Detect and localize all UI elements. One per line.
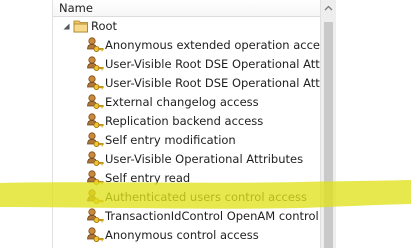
name-column-label: Name	[59, 1, 93, 15]
aci-key-user-icon	[87, 132, 104, 147]
tree-item[interactable]: Authenticated users control access	[53, 188, 321, 207]
aci-key-user-icon	[87, 56, 104, 71]
aci-tree-panel[interactable]: Name Root Anonymous extended operation a…	[52, 0, 336, 248]
aci-key-user-icon	[87, 94, 104, 109]
expand-triangle-icon[interactable]	[63, 23, 70, 30]
scrollbar-thumb[interactable]	[324, 22, 333, 248]
vertical-scrollbar[interactable]	[320, 0, 336, 248]
aci-key-user-icon	[87, 170, 104, 185]
tree-item-label: User-Visible Root DSE Operational Attrib…	[105, 57, 336, 71]
tree-item-label: Self entry read	[105, 171, 191, 185]
aci-key-user-icon	[87, 37, 104, 52]
aci-key-user-icon	[87, 113, 104, 128]
tree-root[interactable]: Root	[53, 17, 321, 36]
tree-item-label: Self entry modification	[105, 133, 236, 147]
name-column-header[interactable]: Name	[53, 0, 321, 17]
tree-item[interactable]: TransactionIdControl OpenAM control	[53, 207, 321, 226]
tree-item[interactable]: User-Visible Operational Attributes	[53, 150, 321, 169]
aci-key-user-icon	[87, 75, 104, 90]
tree-item-label: TransactionIdControl OpenAM control	[105, 209, 319, 223]
tree-item-label: Authenticated users control access	[105, 190, 307, 204]
tree-item[interactable]: Self entry read	[53, 169, 321, 188]
scroll-up-arrow-icon[interactable]	[321, 0, 336, 16]
aci-key-user-icon	[87, 189, 104, 204]
aci-key-user-icon	[87, 208, 104, 223]
tree-root-label: Root	[91, 19, 118, 33]
tree-item-label: External changelog access	[105, 95, 259, 109]
tree-item[interactable]: User-Visible Root DSE Operational Attrib…	[53, 55, 336, 74]
tree-item[interactable]: Replication backend access	[53, 112, 321, 131]
folder-icon	[73, 20, 88, 33]
tree-item-label: Anonymous control access	[105, 228, 259, 242]
tree-item[interactable]: Self entry modification	[53, 131, 321, 150]
tree-item-label: Replication backend access	[105, 114, 264, 128]
tree-item-label: Anonymous extended operation access	[105, 38, 332, 52]
aci-key-user-icon	[87, 227, 104, 242]
tree-item-label: User-Visible Root DSE Operational Attrib…	[105, 76, 336, 90]
tree-item[interactable]: Anonymous extended operation access	[53, 36, 332, 55]
tree-item[interactable]: External changelog access	[53, 93, 321, 112]
tree-item-label: User-Visible Operational Attributes	[105, 152, 304, 166]
tree-item[interactable]: Anonymous control access	[53, 226, 321, 245]
tree-item[interactable]: User-Visible Root DSE Operational Attrib…	[53, 74, 336, 93]
aci-key-user-icon	[87, 151, 104, 166]
